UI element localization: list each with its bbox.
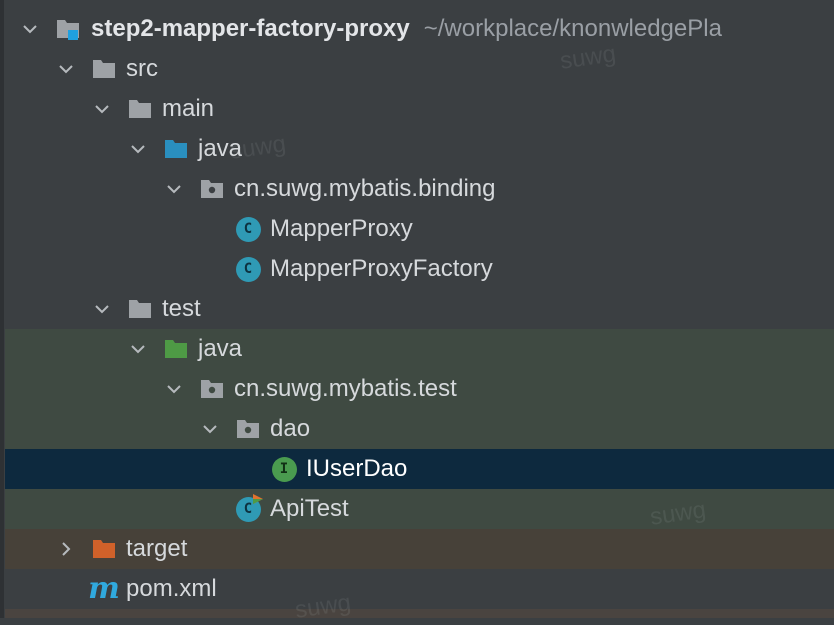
run-marker-icon — [253, 494, 263, 504]
class-icon: C — [235, 256, 261, 282]
class-icon: C — [235, 216, 261, 242]
tree-row-main-java[interactable]: java — [5, 129, 834, 169]
tree-row-dao[interactable]: dao — [5, 409, 834, 449]
tree-row-partial — [5, 609, 834, 618]
chevron-down-icon[interactable] — [91, 298, 113, 320]
chevron-down-icon[interactable] — [55, 58, 77, 80]
module-root-label: step2-mapper-factory-proxy ~/workplace/kn… — [91, 15, 722, 43]
tree-label: cn.suwg.mybatis.test — [234, 375, 457, 402]
folder-icon — [91, 56, 117, 82]
tree-label: src — [126, 55, 158, 82]
tree-left-gutter — [0, 0, 4, 618]
tree-row-module-root[interactable]: step2-mapper-factory-proxy ~/workplace/kn… — [5, 9, 834, 49]
project-tree: step2-mapper-factory-proxy ~/workplace/kn… — [0, 0, 834, 624]
tree-row-pom[interactable]: m pom.xml — [5, 569, 834, 609]
test-root-folder-icon — [163, 336, 189, 362]
tree-label: dao — [270, 415, 311, 442]
maven-glyph: m — [88, 571, 120, 606]
module-folder-icon — [55, 16, 81, 42]
tree-row-test[interactable]: test — [5, 289, 834, 329]
package-icon — [235, 416, 261, 442]
tree-label: test — [162, 295, 201, 322]
tree-label: main — [162, 95, 215, 122]
source-root-folder-icon — [163, 136, 189, 162]
tree-row-apitest[interactable]: C ApiTest — [5, 489, 834, 529]
interface-icon: I — [271, 456, 297, 482]
tree-label: cn.suwg.mybatis.binding — [234, 175, 496, 202]
tree-label: ApiTest — [270, 495, 349, 522]
tree-row-src[interactable]: src — [5, 49, 834, 89]
chevron-right-icon[interactable] — [55, 538, 77, 560]
tree-label: java — [198, 135, 243, 162]
tree-label: MapperProxyFactory — [270, 255, 493, 282]
folder-icon — [127, 296, 153, 322]
chevron-down-icon[interactable] — [127, 138, 149, 160]
chevron-down-icon[interactable] — [163, 378, 185, 400]
maven-icon: m — [88, 571, 120, 606]
tree-row-package-test[interactable]: cn.suwg.mybatis.test — [5, 369, 834, 409]
test-class-icon: C — [235, 494, 263, 522]
tree-row-iuserdao[interactable]: I IUserDao — [5, 449, 834, 489]
tree-label: IUserDao — [306, 455, 408, 482]
tree-row-main[interactable]: main — [5, 89, 834, 129]
class-glyph: C — [235, 216, 261, 242]
folder-icon — [127, 96, 153, 122]
tree-label: pom.xml — [126, 575, 217, 602]
interface-glyph: I — [271, 456, 297, 482]
module-name: step2-mapper-factory-proxy — [91, 15, 410, 42]
tree-row-mapperproxy[interactable]: C MapperProxy — [5, 209, 834, 249]
package-icon — [199, 376, 225, 402]
tree-label: java — [198, 335, 243, 362]
excluded-folder-icon — [91, 536, 117, 562]
chevron-down-icon[interactable] — [163, 178, 185, 200]
tree-row-package-binding[interactable]: cn.suwg.mybatis.binding — [5, 169, 834, 209]
chevron-down-icon[interactable] — [127, 338, 149, 360]
tree-row-target[interactable]: target — [5, 529, 834, 569]
module-path: ~/workplace/knonwledgePla — [423, 15, 722, 42]
tree-row-mapperproxyfactory[interactable]: C MapperProxyFactory — [5, 249, 834, 289]
chevron-down-icon[interactable] — [91, 98, 113, 120]
tree-label: MapperProxy — [270, 215, 413, 242]
chevron-down-icon[interactable] — [199, 418, 221, 440]
class-glyph: C — [235, 256, 261, 282]
tree-label: target — [126, 535, 188, 562]
package-icon — [199, 176, 225, 202]
chevron-down-icon[interactable] — [19, 18, 41, 40]
tree-row-test-java[interactable]: java — [5, 329, 834, 369]
